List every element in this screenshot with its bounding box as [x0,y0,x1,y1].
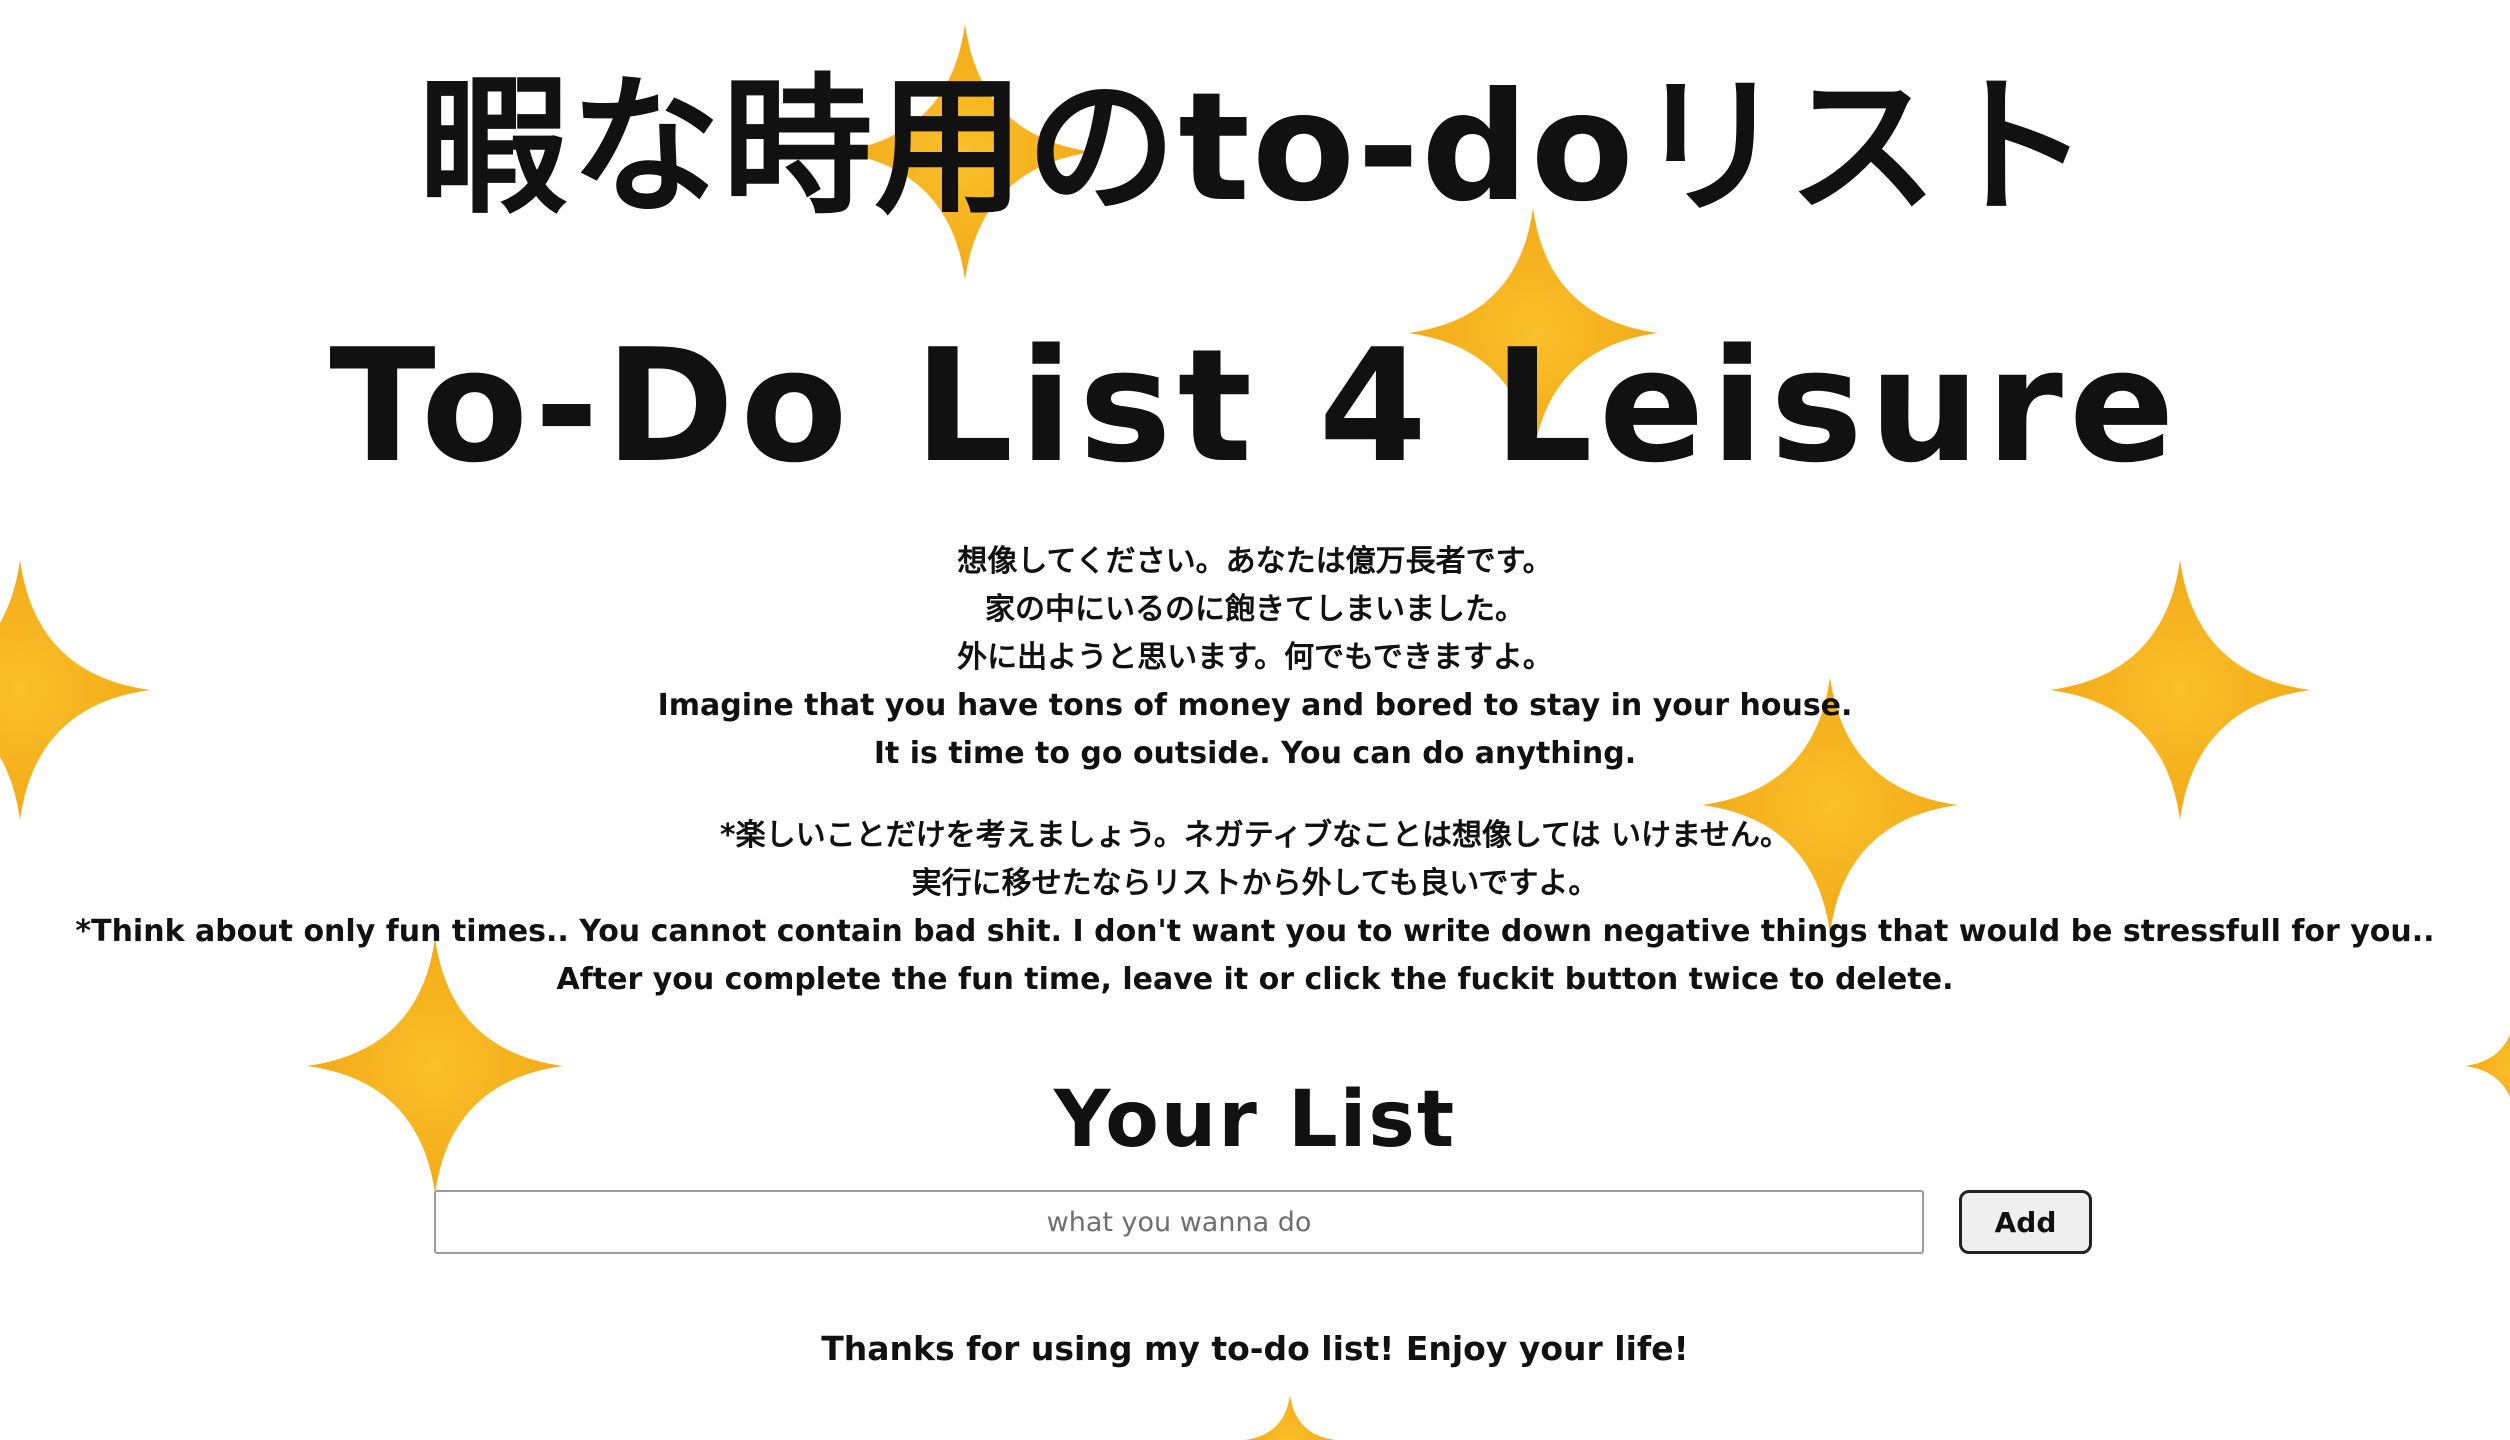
note-line: *楽しいことだけを考えましょう。ネガティブなことは想像しては いけません。 [719,818,1791,853]
page: 暇な時用のto-doリスト To-Do List 4 Leisure 想像してく… [0,0,2510,1440]
main-content: 暇な時用のto-doリスト To-Do List 4 Leisure 想像してく… [0,0,2510,1440]
list-heading: Your List [1053,1075,1457,1165]
todo-input[interactable] [434,1190,1924,1254]
thanks-message: Thanks for using my to-do list! Enjoy yo… [821,1329,1689,1368]
intro-line: 外に出ようと思います。何でもできますよ。 [957,640,1553,675]
add-todo-form: Add [434,1190,2094,1256]
intro-line: Imagine that you have tons of money and … [657,688,1853,723]
page-title-japanese: 暇な時用のto-doリスト [418,61,2092,235]
intro-text: 想像してください。あなたは億万長者です。 家の中にいるのに飽きてしまいました。 … [0,538,2510,778]
intro-line: 想像してください。あなたは億万長者です。 [957,544,1553,579]
note-line: 実行に移せたならリストから外しても良いですよ。 [911,866,1599,901]
intro-line: 家の中にいるのに飽きてしまいました。 [985,592,1525,627]
note-line: After you complete the fun time, leave i… [556,962,1954,997]
page-title-english: To-Do List 4 Leisure [329,315,2181,497]
notes-text: *楽しいことだけを考えましょう。ネガティブなことは想像しては いけません。 実行… [0,812,2510,1004]
add-button[interactable]: Add [1959,1190,2092,1254]
intro-line: It is time to go outside. You can do any… [873,736,1637,771]
note-line: *Think about only fun times.. You cannot… [75,914,2435,949]
